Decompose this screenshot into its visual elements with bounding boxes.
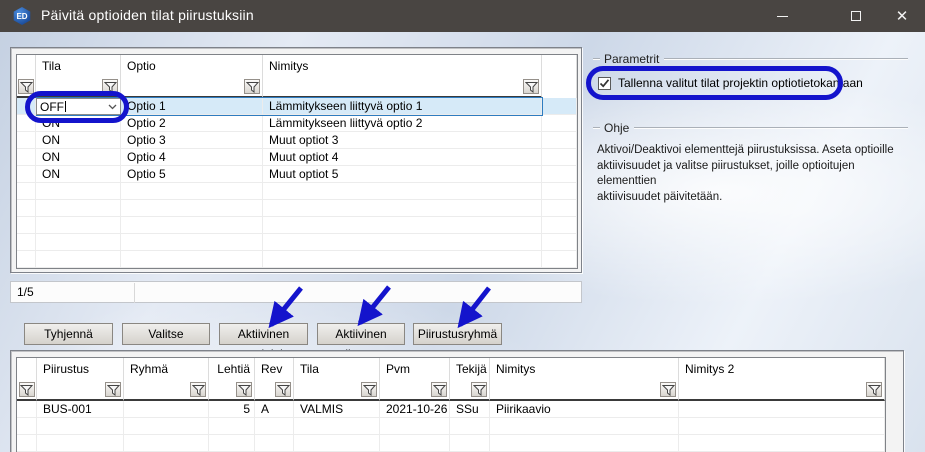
column-header-optio[interactable]: Optio (121, 55, 263, 77)
filter-funnel-button[interactable] (471, 382, 487, 397)
dialog-window: ED Päivitä optioiden tilat piirustuksiin… (0, 0, 925, 452)
column-header-rev[interactable]: Rev (255, 358, 294, 380)
ohje-group-label: Ohje (604, 121, 629, 135)
active-drawing-button[interactable]: Aktiivinen piirustus (317, 323, 405, 345)
column-header-tila[interactable]: Tila (36, 55, 121, 77)
filter-funnel-button[interactable] (361, 382, 377, 397)
filter-funnel-button[interactable] (866, 382, 882, 397)
parametrit-group-label: Parametrit (604, 52, 659, 66)
select-button[interactable]: Valitse (122, 323, 210, 345)
save-states-checkbox-label: Tallenna valitut tilat projektin optioti… (618, 76, 863, 90)
filter-funnel-button[interactable] (431, 382, 447, 397)
option-row[interactable]: ONOptio 2Lämmitykseen liittyvä optio 2 (17, 115, 577, 132)
filter-funnel-button[interactable] (523, 79, 539, 94)
status-strip: 1/5 (10, 281, 582, 303)
minimize-icon (777, 16, 788, 17)
column-header-nimitys-2[interactable]: Nimitys 2 (679, 358, 885, 380)
checkbox-checked-icon[interactable] (598, 77, 611, 90)
window-title: Päivitä optioiden tilat piirustuksiin (41, 7, 254, 23)
maximize-icon (851, 11, 861, 21)
filter-funnel-button[interactable] (190, 382, 206, 397)
option-row[interactable]: ONOptio 5Muut optiot 5 (17, 166, 577, 183)
column-header-lehtiä[interactable]: Lehtiä (209, 358, 255, 380)
text-caret (65, 101, 66, 112)
empty-row (17, 251, 577, 268)
minimize-button[interactable] (759, 0, 805, 32)
column-header-piirustus[interactable]: Piirustus (37, 358, 124, 380)
empty-row (17, 234, 577, 251)
column-header-nimitys[interactable]: Nimitys (263, 55, 542, 77)
help-text: Aktivoi/Deaktivoi elementtejä piirustuks… (597, 143, 913, 205)
options-table-panel: TilaOptioNimitysOptio 1Lämmitykseen liit… (10, 47, 582, 273)
save-states-checkbox-row[interactable]: Tallenna valitut tilat projektin optioti… (598, 76, 863, 90)
column-header-tila[interactable]: Tila (294, 358, 380, 380)
filter-funnel-button[interactable] (275, 382, 291, 397)
dialog-client-area: TilaOptioNimitysOptio 1Lämmitykseen liit… (0, 32, 925, 452)
clear-button[interactable]: Tyhjennä (24, 323, 113, 345)
column-header-nimitys[interactable]: Nimitys (490, 358, 679, 380)
chevron-down-icon (108, 104, 117, 110)
app-icon: ED (13, 7, 31, 25)
titlebar: ED Päivitä optioiden tilat piirustuksiin… (0, 0, 925, 32)
close-button[interactable]: ✕ (879, 0, 925, 32)
empty-row (17, 418, 885, 435)
column-header-tekijä[interactable]: Tekijä (450, 358, 490, 380)
filter-funnel-button[interactable] (105, 382, 121, 397)
tila-combobox-value: OFF (37, 100, 64, 114)
option-row[interactable]: ONOptio 4Muut optiot 4 (17, 149, 577, 166)
parametrit-group-header: Parametrit (593, 52, 908, 66)
empty-row (17, 435, 885, 452)
empty-row (17, 217, 577, 234)
close-icon: ✕ (896, 9, 909, 24)
filter-funnel-button[interactable] (236, 382, 252, 397)
drawings-table-panel: PiirustusRyhmäLehtiäRevTilaPvmTekijäNimi… (10, 350, 904, 452)
tila-state-combobox[interactable]: OFF (36, 98, 121, 115)
drawing-row[interactable]: BUS-0015AVALMIS2021-10-26SSuPiirikaavio (17, 401, 885, 418)
column-header-pvm[interactable]: Pvm (380, 358, 450, 380)
filter-funnel-button[interactable] (19, 382, 35, 397)
status-separator (134, 283, 135, 303)
active-project-button[interactable]: Aktiivinen projekti (219, 323, 308, 345)
filter-funnel-button[interactable] (102, 79, 118, 94)
option-row[interactable]: ONOptio 3Muut optiot 3 (17, 132, 577, 149)
options-table: TilaOptioNimitysOptio 1Lämmitykseen liit… (16, 54, 578, 269)
ohje-group-header: Ohje (593, 121, 908, 135)
drawings-table: PiirustusRyhmäLehtiäRevTilaPvmTekijäNimi… (16, 357, 886, 452)
drawing-group-button[interactable]: Piirustusryhmä (413, 323, 502, 345)
filter-funnel-button[interactable] (244, 79, 260, 94)
filter-funnel-button[interactable] (660, 382, 676, 397)
empty-row (17, 183, 577, 200)
row-count-status: 1/5 (11, 282, 581, 302)
filter-funnel-button[interactable] (18, 79, 34, 94)
maximize-button[interactable] (833, 0, 879, 32)
empty-row (17, 200, 577, 217)
column-header-ryhmä[interactable]: Ryhmä (124, 358, 209, 380)
